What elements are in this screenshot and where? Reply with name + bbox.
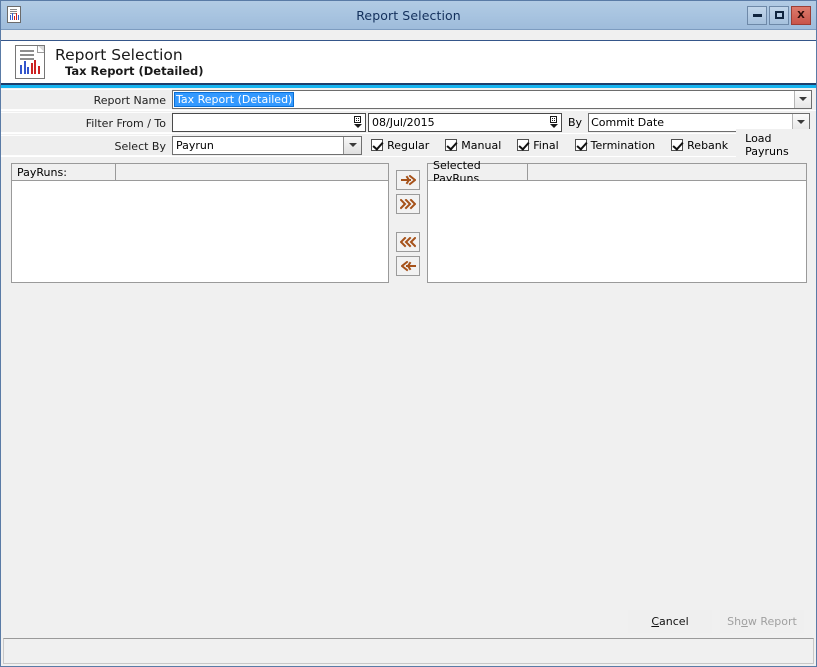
cancel-rest: ancel xyxy=(659,614,689,628)
selected-payruns-body[interactable] xyxy=(428,181,806,282)
title-underbar xyxy=(1,30,816,41)
show-report-pre: Sh xyxy=(727,614,742,628)
report-name-input[interactable]: Tax Report (Detailed) xyxy=(173,91,794,108)
report-name-combo[interactable]: Tax Report (Detailed) xyxy=(172,89,812,109)
maximize-button[interactable] xyxy=(769,5,789,25)
filter-form: Report Name Tax Report (Detailed) Filter… xyxy=(1,88,816,161)
status-bar xyxy=(3,638,814,664)
move-left-button[interactable] xyxy=(396,256,420,276)
chevron-down-icon xyxy=(348,143,357,147)
checkbox-manual[interactable]: Manual xyxy=(445,139,501,152)
checkbox-regular-box[interactable] xyxy=(371,139,384,151)
cancel-mnemonic: C xyxy=(651,614,660,628)
title-bar: Report Selection X xyxy=(1,1,816,30)
select-by-row: Select By Payrun Regular Manual Final Te… xyxy=(1,129,816,161)
window-controls: X xyxy=(747,5,813,25)
cancel-button[interactable]: Cancel xyxy=(628,609,712,633)
double-arrow-left-icon xyxy=(400,236,416,247)
double-arrow-right-icon xyxy=(400,198,416,209)
selected-payruns-column-1: Selected PayRuns xyxy=(428,159,528,185)
chevron-down-icon xyxy=(353,124,362,128)
select-by-value[interactable]: Payrun xyxy=(173,137,343,154)
move-right-button[interactable] xyxy=(396,170,420,190)
chevron-down-icon xyxy=(797,120,806,124)
move-all-right-button[interactable] xyxy=(396,194,420,214)
show-report-mnemonic: o xyxy=(741,614,748,628)
maximize-icon xyxy=(774,11,784,19)
arrow-left-icon xyxy=(400,260,416,271)
selected-payruns-header: Selected PayRuns xyxy=(428,159,806,185)
filter-from-spinner[interactable] xyxy=(351,113,365,131)
report-document-icon xyxy=(15,45,45,79)
payrun-transfer-area: PayRuns: Selected PayRuns xyxy=(1,157,816,283)
checkbox-termination-box[interactable] xyxy=(574,139,587,151)
report-name-dropdown-button[interactable] xyxy=(794,90,811,108)
filter-by-value[interactable]: Commit Date xyxy=(589,114,792,131)
content-filler xyxy=(1,283,816,604)
filter-from-date[interactable] xyxy=(172,112,366,132)
checkbox-final-label: Final xyxy=(533,138,559,152)
checkbox-manual-label: Manual xyxy=(461,138,502,152)
window-title: Report Selection xyxy=(356,7,461,23)
page-subtitle: Tax Report (Detailed) xyxy=(65,64,204,79)
report-name-label: Report Name xyxy=(1,88,172,110)
checkbox-regular-label: Regular xyxy=(387,138,430,152)
page-header: Report Selection Tax Report (Detailed) xyxy=(1,41,816,85)
filter-to-spinner[interactable] xyxy=(547,113,561,131)
minimize-button[interactable] xyxy=(747,5,767,25)
calendar-icon xyxy=(354,116,361,123)
report-name-value: Tax Report (Detailed) xyxy=(173,91,295,107)
window-icon xyxy=(7,6,25,24)
chevron-down-icon xyxy=(549,124,558,128)
select-by-dropdown-button[interactable] xyxy=(343,136,362,154)
checkbox-rebank-label: Rebank xyxy=(687,138,729,152)
page-title: Report Selection xyxy=(55,45,183,64)
calendar-icon xyxy=(550,116,557,123)
checkbox-termination[interactable]: Termination xyxy=(574,138,656,152)
arrow-right-icon xyxy=(400,174,416,185)
checkbox-termination-label: Termination xyxy=(590,138,656,152)
report-name-row: Report Name Tax Report (Detailed) xyxy=(1,88,816,111)
available-payruns-column-1: PayRuns: xyxy=(12,164,116,180)
filter-to-value[interactable]: 08/Jul/2015 xyxy=(369,114,547,131)
move-all-left-button[interactable] xyxy=(396,232,420,252)
filter-range-label: Filter From / To xyxy=(1,111,172,133)
checkbox-final-box[interactable] xyxy=(517,139,530,151)
checkbox-rebank[interactable]: Rebank xyxy=(671,139,728,152)
show-report-post: w Report xyxy=(747,614,797,628)
show-report-label: Show Report xyxy=(727,615,797,628)
checkbox-regular[interactable]: Regular xyxy=(371,139,429,152)
available-payruns-header: PayRuns: xyxy=(12,164,388,181)
filter-from-value[interactable] xyxy=(173,114,351,131)
available-payruns-body[interactable] xyxy=(12,181,388,282)
transfer-buttons xyxy=(389,163,427,276)
select-by-label: Select By xyxy=(1,134,172,156)
checkbox-final[interactable]: Final xyxy=(517,138,559,152)
show-report-button[interactable]: Show Report xyxy=(720,609,804,633)
filter-by-dropdown-button[interactable] xyxy=(792,113,810,131)
minimize-icon xyxy=(752,13,762,17)
select-by-combo[interactable]: Payrun xyxy=(172,135,363,155)
by-label: By xyxy=(568,115,583,129)
close-button[interactable]: X xyxy=(791,5,811,25)
available-payruns-list[interactable]: PayRuns: xyxy=(11,163,389,283)
selected-payruns-list[interactable]: Selected PayRuns xyxy=(427,159,807,283)
chevron-down-icon xyxy=(799,97,807,101)
dialog-footer: Cancel Show Report xyxy=(1,604,816,638)
available-payruns-column-2 xyxy=(116,164,388,180)
checkbox-manual-box[interactable] xyxy=(445,139,458,151)
checkbox-rebank-box[interactable] xyxy=(671,139,684,151)
selected-payruns-column-2 xyxy=(528,164,806,180)
report-selection-window: Report Selection X Report Selection Tax … xyxy=(0,0,817,667)
cancel-button-label: Cancel xyxy=(651,615,688,628)
